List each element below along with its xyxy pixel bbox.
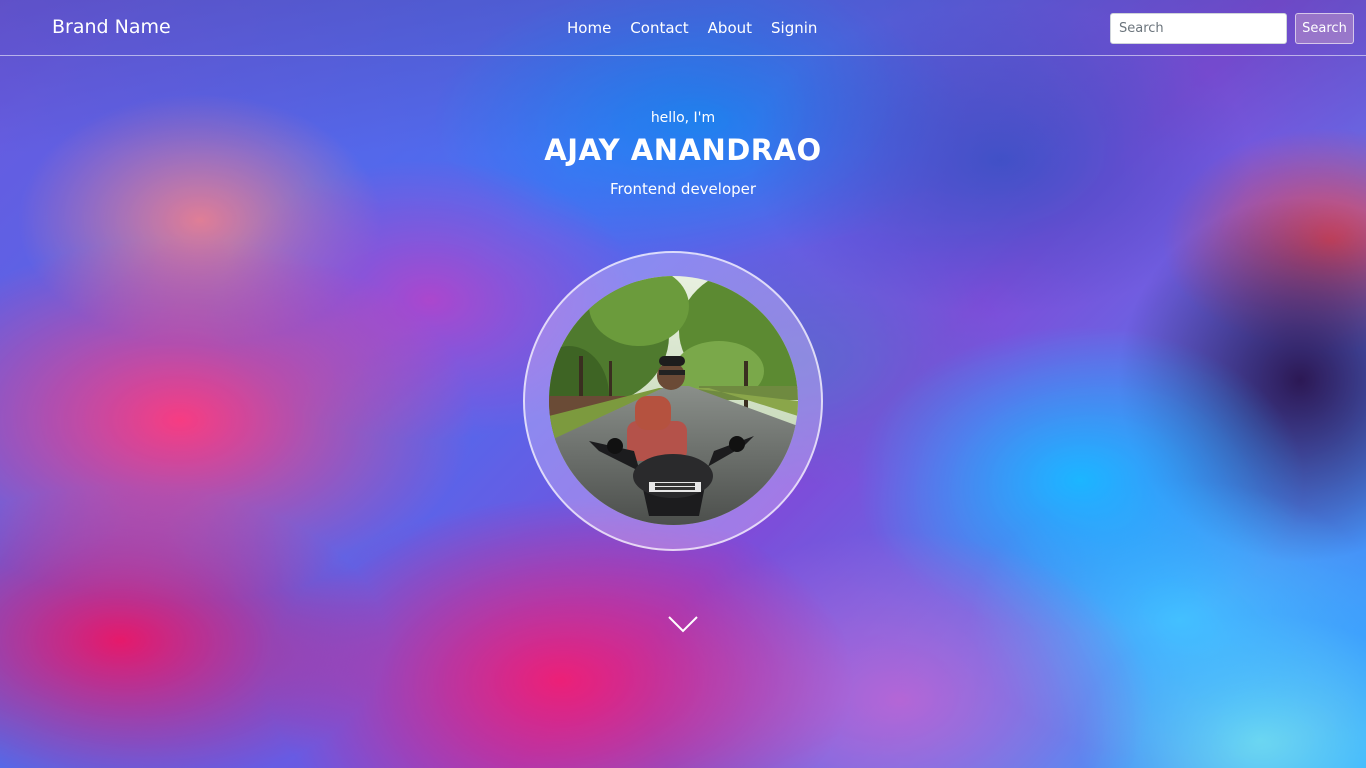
page: Brand Name Home Contact About Signin Sea… [0,0,1366,768]
navbar: Brand Name Home Contact About Signin Sea… [0,0,1366,56]
hero-greeting: hello, I'm [650,110,716,126]
profile-photo [549,276,798,525]
chevron-down-icon[interactable] [667,613,699,635]
nav-link-signin[interactable]: Signin [771,19,817,37]
brand-link[interactable]: Brand Name [52,16,171,38]
search-input[interactable] [1110,13,1287,44]
nav-links: Home Contact About Signin [567,19,817,37]
nav-link-contact[interactable]: Contact [630,19,688,37]
nav-link-home[interactable]: Home [567,19,611,37]
hero-name: AJAY ANANDRAO [544,133,822,167]
nav-link-about[interactable]: About [708,19,752,37]
hero-role: Frontend developer [609,180,757,198]
search-button[interactable]: Search [1295,13,1354,44]
